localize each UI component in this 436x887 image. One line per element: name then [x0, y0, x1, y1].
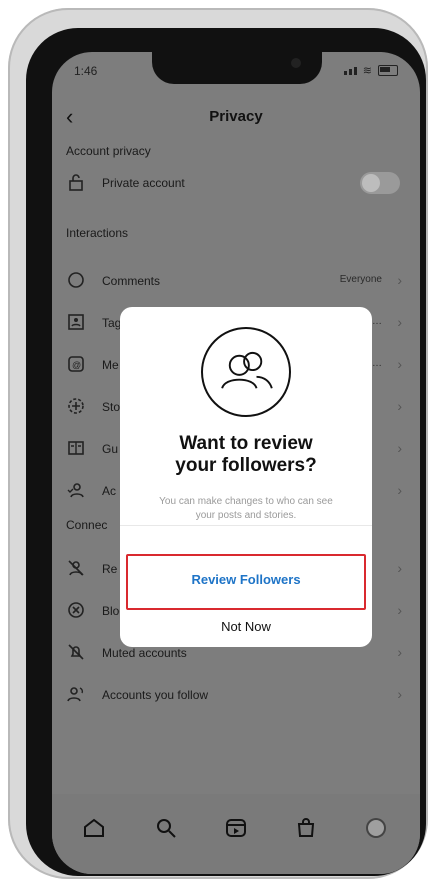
chevron-right-icon: ›: [397, 482, 402, 498]
chevron-right-icon: ›: [397, 272, 402, 288]
reels-icon[interactable]: [224, 816, 248, 840]
chevron-right-icon: ›: [397, 356, 402, 372]
chevron-right-icon: ›: [397, 602, 402, 618]
page-title: Privacy: [209, 108, 263, 125]
blocked-icon: [68, 602, 84, 618]
mention-icon: @: [68, 356, 84, 372]
review-followers-modal: Want to review your followers? You can m…: [120, 307, 372, 647]
row-label: Ac: [102, 484, 117, 498]
tag-icon: [68, 314, 84, 330]
row-private-account[interactable]: Private account: [66, 172, 406, 196]
chevron-right-icon: ›: [397, 686, 402, 702]
modal-heading-line-1: Want to review: [179, 433, 313, 454]
following-icon: [67, 687, 84, 702]
row-value: …: [372, 358, 382, 369]
chevron-right-icon: ›: [397, 560, 402, 576]
private-account-toggle[interactable]: [360, 172, 400, 194]
section-interactions: Interactions: [66, 226, 129, 240]
followers-icon-ring: [201, 327, 291, 417]
svg-text:@: @: [72, 360, 81, 370]
modal-heading-line-2: your followers?: [175, 455, 317, 476]
home-icon[interactable]: [82, 816, 106, 840]
row-label: Accounts you follow: [102, 688, 209, 702]
lock-icon: [69, 174, 83, 191]
row-label: Gu: [102, 442, 119, 456]
battery-icon: [378, 65, 398, 76]
row-value: Everyone: [339, 274, 382, 285]
row-label: Comments: [102, 274, 161, 288]
review-followers-label: Review Followers: [191, 572, 301, 587]
row-label: Tag: [102, 316, 122, 330]
wifi-icon: ≋: [362, 65, 372, 77]
status-time: 1:46: [74, 64, 98, 78]
signal-icon: [343, 66, 357, 75]
shop-icon[interactable]: [294, 816, 318, 840]
row-label: Re: [102, 562, 118, 576]
chevron-right-icon: ›: [397, 644, 402, 660]
top-nav: ‹ Privacy: [52, 100, 420, 130]
row-comments[interactable]: Comments Everyone ›: [66, 270, 406, 294]
story-icon: [68, 398, 84, 414]
row-label: Muted accounts: [102, 646, 187, 660]
status-bar: 1:46 ≋: [74, 62, 398, 82]
section-connections: Connec: [66, 518, 108, 532]
bottom-tab-bar: [52, 794, 420, 874]
not-now-button[interactable]: Not Now: [120, 619, 372, 643]
modal-subtext: You can make changes to who can see your…: [136, 495, 356, 523]
row-label: Sto: [102, 400, 121, 414]
modal-subtext-line-2: your posts and stories.: [195, 510, 297, 521]
profile-avatar[interactable]: [364, 816, 388, 840]
row-value: …: [372, 316, 382, 327]
status-icons: ≋: [343, 64, 398, 77]
chevron-right-icon: ›: [397, 398, 402, 414]
chevron-right-icon: ›: [397, 440, 402, 456]
modal-heading: Want to review your followers?: [120, 433, 372, 477]
restricted-icon: [68, 560, 84, 576]
followers-icon: [221, 351, 273, 389]
app-screen: 1:46 ≋ ‹ Privacy Account privacy Private…: [52, 52, 420, 874]
row-label: Private account: [102, 176, 185, 190]
row-following[interactable]: Accounts you follow ›: [66, 684, 406, 708]
row-label: Me: [102, 358, 119, 372]
section-account-privacy: Account privacy: [66, 144, 151, 158]
review-followers-button[interactable]: Review Followers: [126, 554, 366, 610]
modal-divider: [120, 525, 372, 526]
chevron-right-icon: ›: [397, 314, 402, 330]
muted-icon: [68, 644, 84, 660]
comment-icon: [68, 272, 84, 288]
activity-status-icon: [67, 483, 84, 498]
modal-subtext-line-1: You can make changes to who can see: [159, 496, 333, 507]
search-icon[interactable]: [154, 816, 178, 840]
guides-icon: [68, 441, 84, 455]
